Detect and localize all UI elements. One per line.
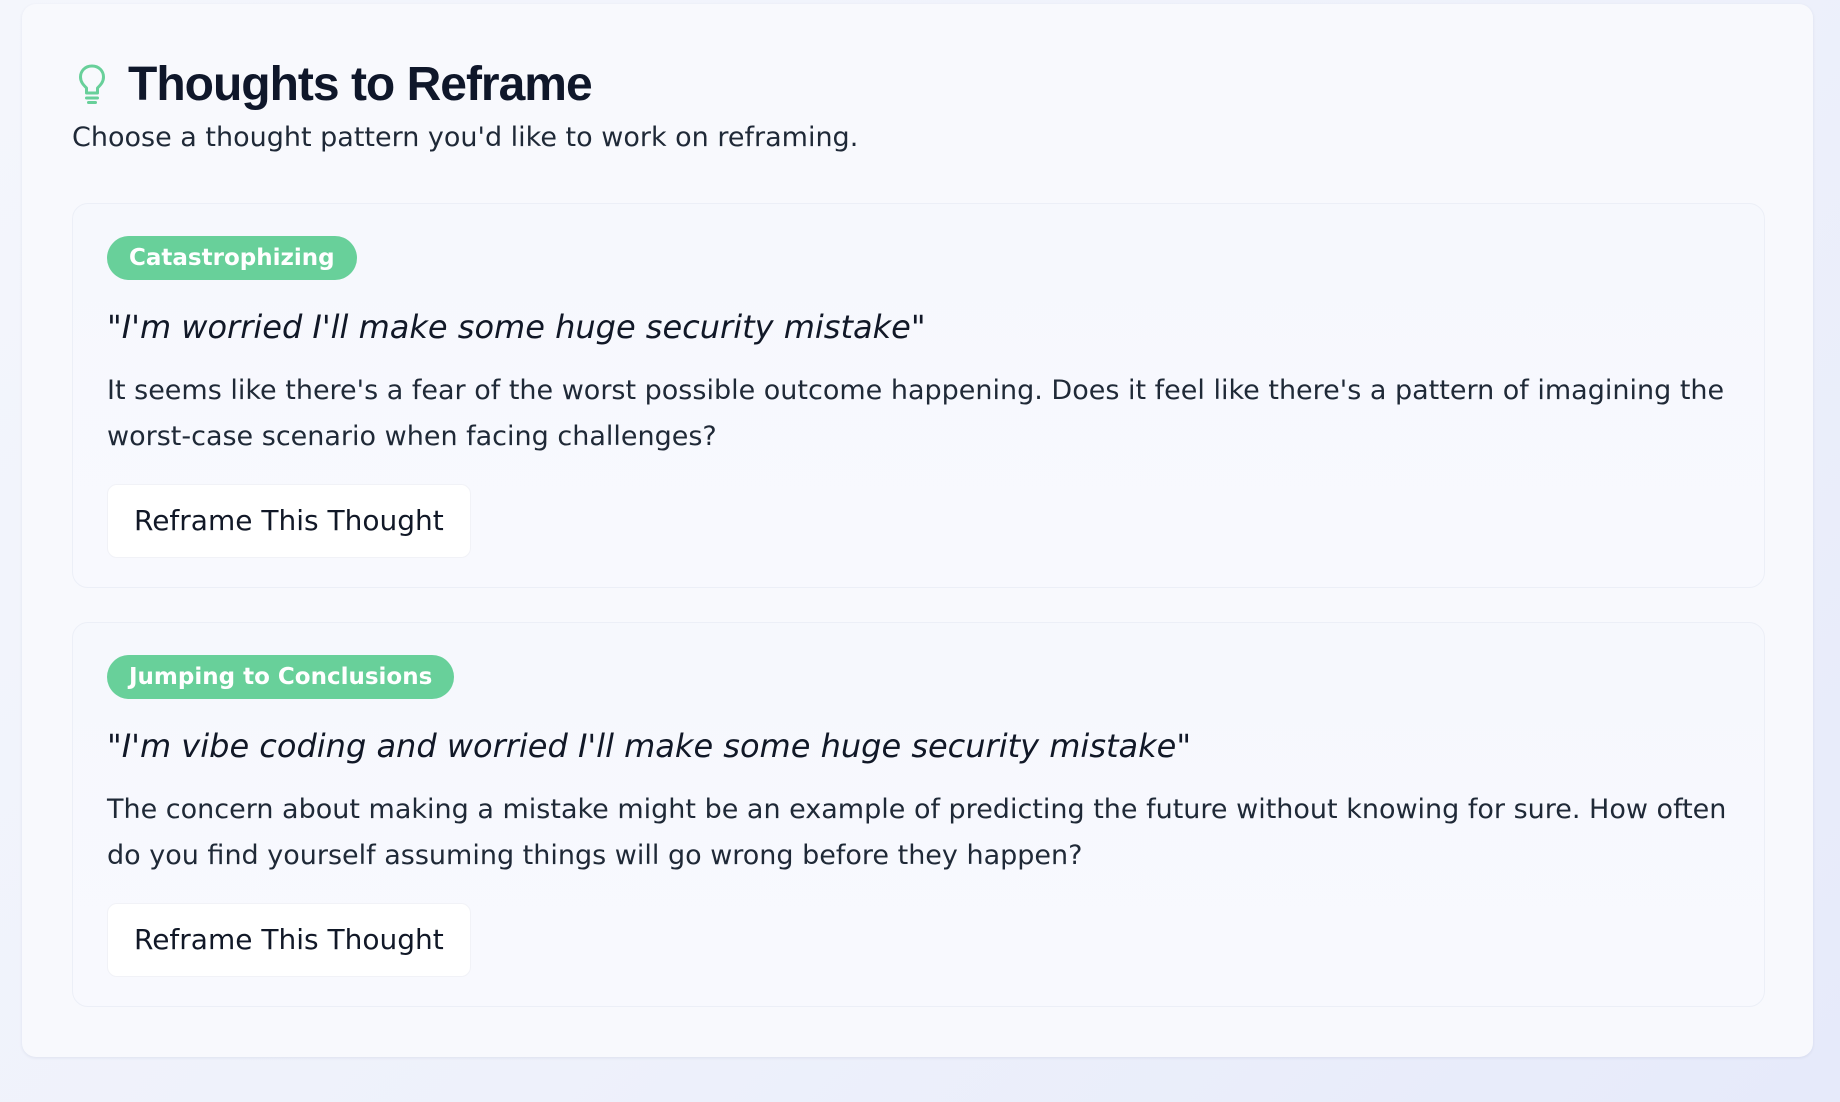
lightbulb-icon bbox=[74, 62, 110, 106]
reframe-button[interactable]: Reframe This Thought bbox=[107, 484, 471, 558]
reframe-button[interactable]: Reframe This Thought bbox=[107, 903, 471, 977]
thought-card: Catastrophizing "I'm worried I'll make s… bbox=[72, 203, 1765, 588]
thought-quote: "I'm worried I'll make some huge securit… bbox=[107, 308, 926, 346]
title-row: Thoughts to Reframe bbox=[72, 52, 1763, 116]
thought-card: Jumping to Conclusions "I'm vibe coding … bbox=[72, 622, 1765, 1007]
pattern-tag: Jumping to Conclusions bbox=[107, 655, 455, 699]
thought-description: The concern about making a mistake might… bbox=[107, 794, 1727, 871]
panel-header: Thoughts to Reframe Choose a thought pat… bbox=[72, 52, 1763, 154]
page-subtitle: Choose a thought pattern you'd like to w… bbox=[72, 122, 859, 153]
thought-quote: "I'm vibe coding and worried I'll make s… bbox=[107, 727, 1192, 765]
pattern-tag: Catastrophizing bbox=[107, 236, 357, 280]
page-title: Thoughts to Reframe bbox=[128, 57, 593, 111]
thought-description: It seems like there's a fear of the wors… bbox=[107, 375, 1725, 452]
thoughts-panel: Thoughts to Reframe Choose a thought pat… bbox=[22, 4, 1813, 1057]
